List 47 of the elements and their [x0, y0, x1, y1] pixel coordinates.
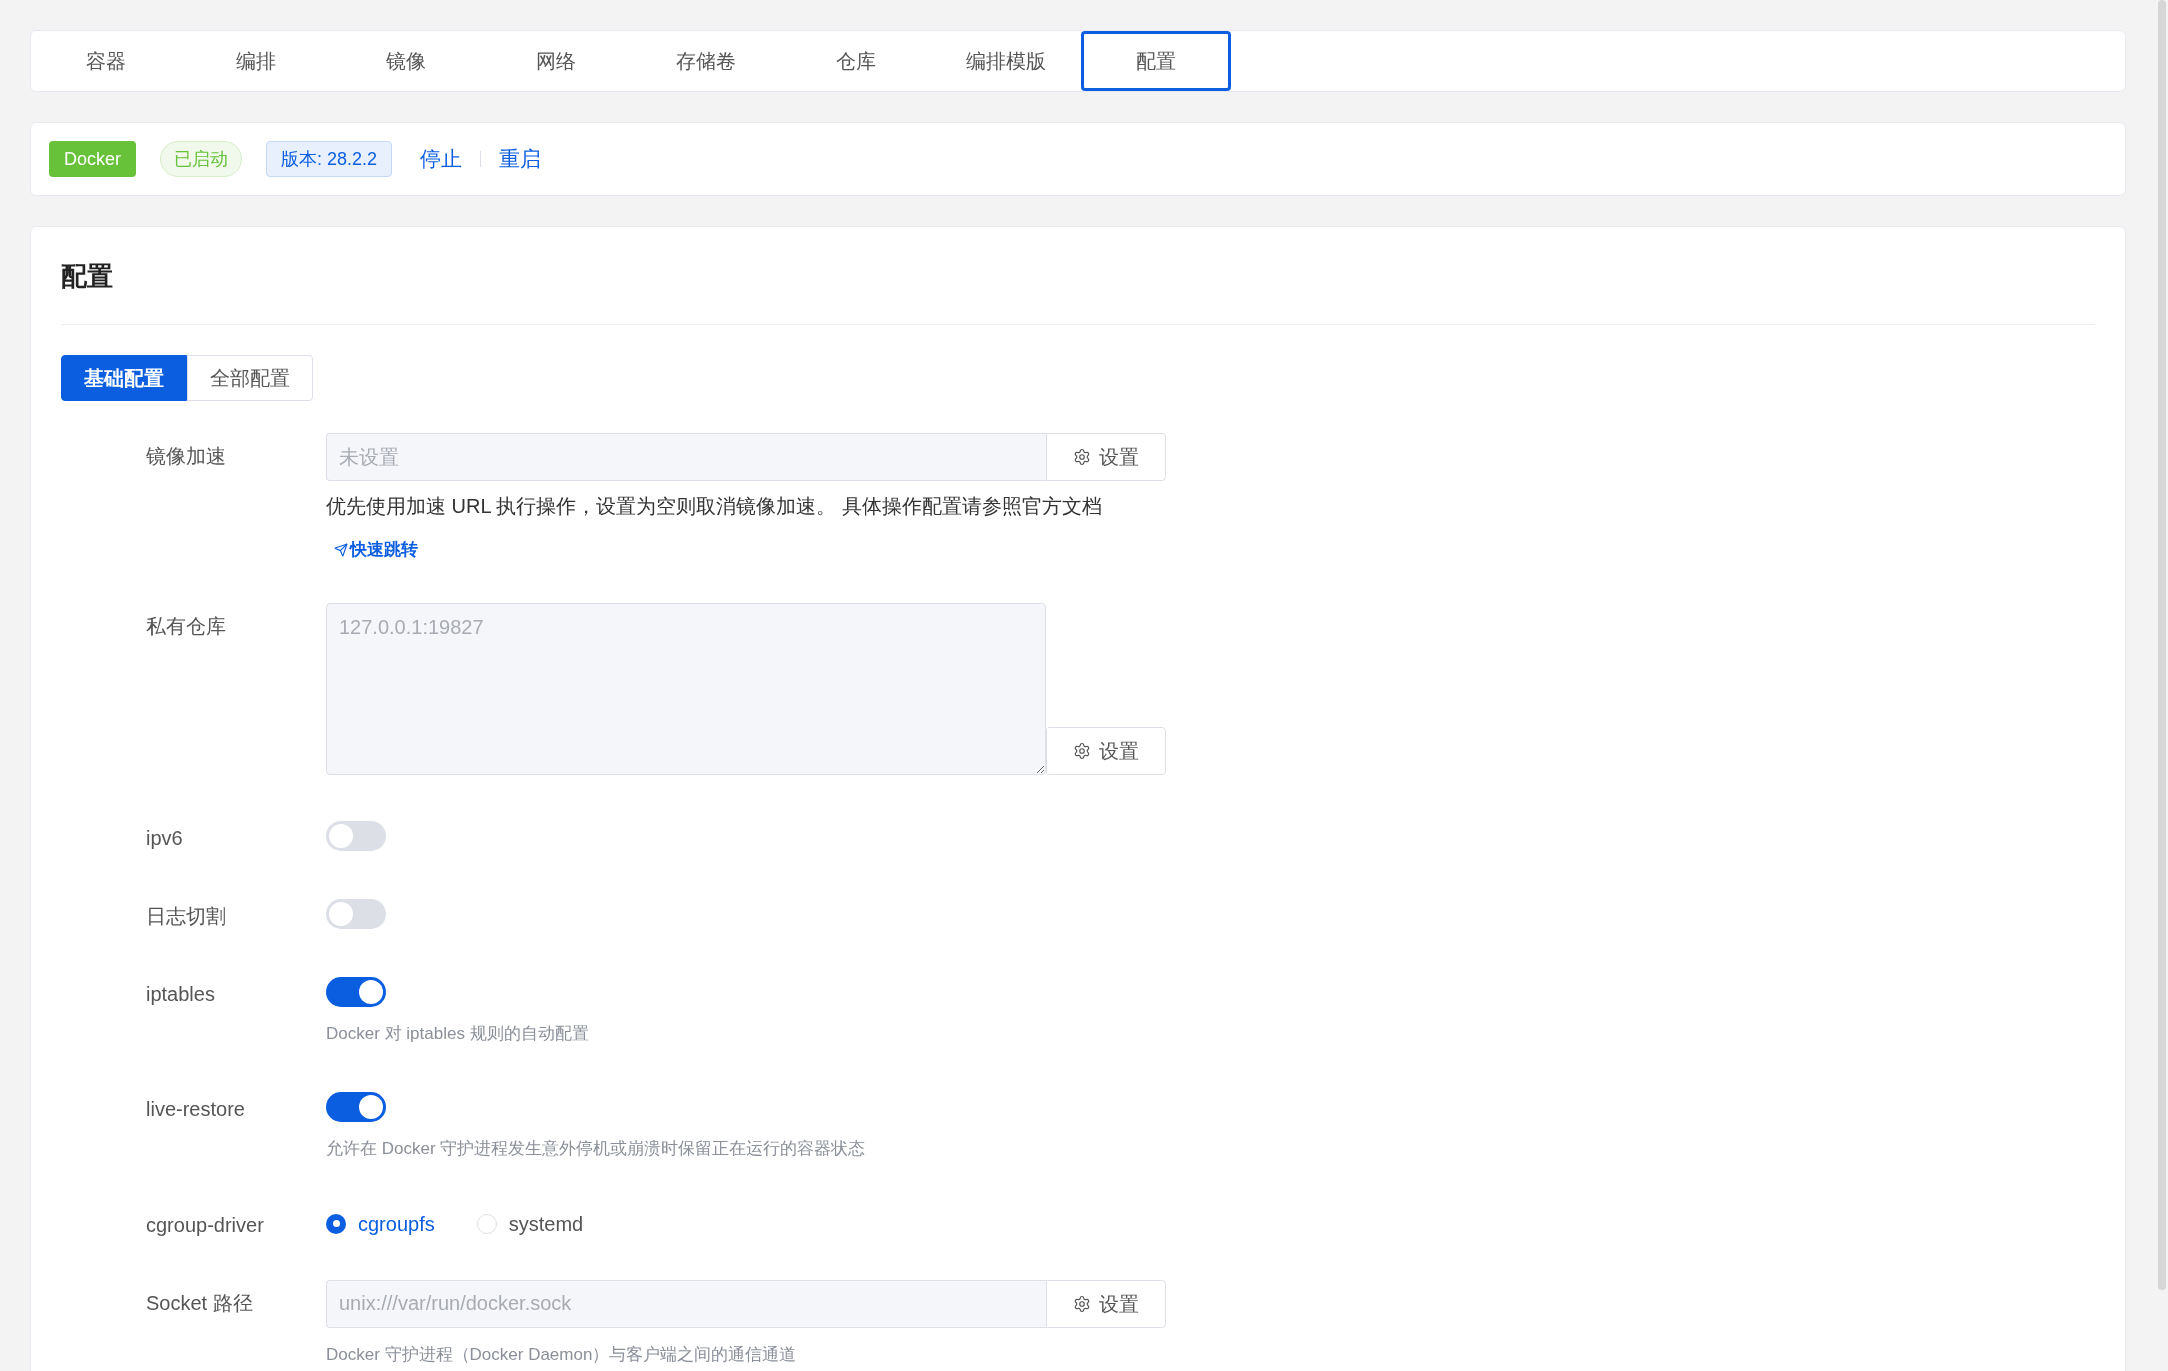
description-text: 优先使用加速 URL 执行操作，设置为空则取消镜像加速。 具体操作配置请参照官方文档	[326, 494, 1103, 519]
hint-text: Docker 守护进程（Docker Daemon）与客户端之间的通信通道	[326, 1343, 798, 1366]
field-label: ipv6	[146, 826, 183, 849]
nav-tab[interactable]: 存储卷	[631, 31, 781, 91]
field-label: 私有仓库	[146, 614, 226, 637]
toggle-switch[interactable]	[326, 820, 386, 851]
action-link[interactable]: 停止	[420, 143, 463, 175]
nav-tab[interactable]: 仓库	[781, 31, 931, 91]
field-label: Socket 路径	[146, 1291, 253, 1314]
running-tag: 已启动	[160, 141, 242, 177]
set-button[interactable]: 设置	[1046, 726, 1166, 775]
set-button[interactable]: 设置	[1046, 433, 1166, 481]
radio-option[interactable]: systemd	[476, 1208, 584, 1239]
segment-tab[interactable]: 基础配置	[61, 355, 187, 401]
text-field[interactable]: 未设置	[326, 433, 1046, 481]
toggle-switch[interactable]	[326, 1092, 386, 1122]
nav-tab[interactable]: 编排	[181, 31, 331, 91]
set-button[interactable]: 设置	[1046, 1279, 1166, 1328]
settings-icon	[1073, 448, 1091, 466]
version-tag: 版本: 28.2.2	[266, 141, 393, 177]
radio-button[interactable]	[326, 1213, 346, 1234]
segment-tab[interactable]: 全部配置	[187, 355, 313, 401]
nav-tab[interactable]: 编排模版	[931, 31, 1081, 91]
radio-option[interactable]: cgroupfs	[326, 1208, 435, 1239]
field-label: cgroup-driver	[146, 1213, 264, 1236]
radio-button[interactable]	[476, 1213, 497, 1234]
toggle-switch[interactable]	[326, 898, 386, 929]
field-label: 日志切割	[146, 904, 226, 927]
hint-text: 允许在 Docker 守护进程发生意外停机或崩溃时保留正在运行的容器状态	[326, 1138, 866, 1160]
hint-text: Docker 对 iptables 规则的自动配置	[326, 1022, 589, 1045]
field-label: 镜像加速	[146, 445, 226, 467]
textarea-field[interactable]: 127.0.0.1:19827	[326, 602, 1046, 775]
nav-tab[interactable]: 容器	[31, 31, 181, 91]
text-field[interactable]: unix:///var/run/docker.sock	[326, 1279, 1046, 1328]
nav-tab[interactable]: 镜像	[331, 31, 481, 91]
settings-icon	[1073, 1294, 1091, 1313]
field-label: live-restore	[146, 1098, 245, 1120]
toggle-switch[interactable]	[326, 976, 386, 1007]
docker-tag: Docker	[49, 141, 136, 177]
send-icon	[334, 542, 348, 557]
quick-jump-link[interactable]: 快速跳转	[334, 537, 418, 563]
field-label: iptables	[146, 982, 215, 1005]
nav-tab[interactable]: 配置	[1081, 31, 1231, 91]
action-link[interactable]: 重启	[499, 143, 542, 175]
panel-title: 配置	[61, 260, 113, 293]
nav-tab[interactable]: 网络	[481, 31, 631, 91]
settings-icon	[1073, 741, 1091, 760]
